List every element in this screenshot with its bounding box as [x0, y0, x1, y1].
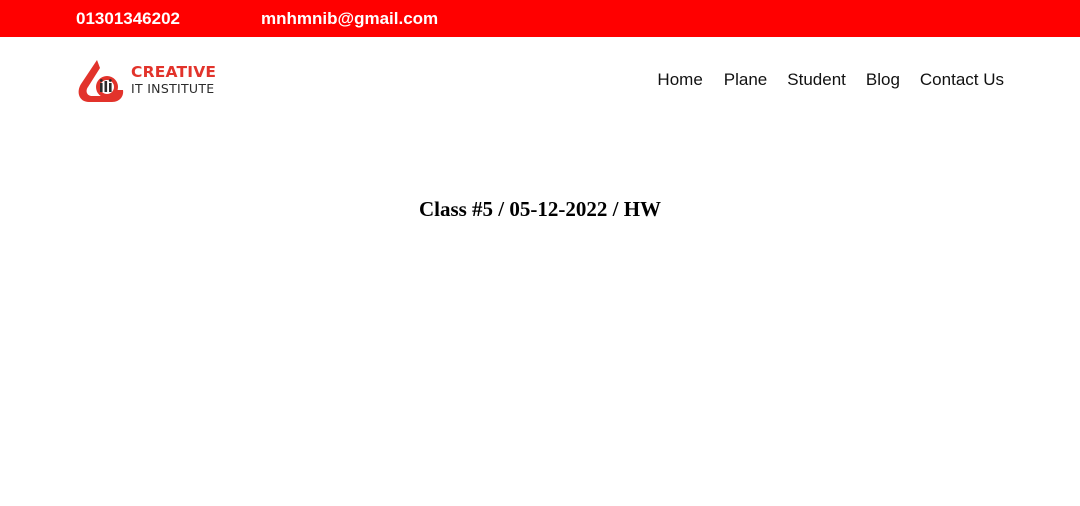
email-address: mnhmnib@gmail.com	[261, 9, 439, 28]
site-header: CREATIVE IT INSTITUTE Home Plane Student…	[0, 37, 1080, 123]
nav-item-student[interactable]: Student	[787, 70, 846, 90]
site-logo-link[interactable]: CREATIVE IT INSTITUTE	[76, 58, 226, 104]
creative-it-logo-icon	[78, 60, 124, 102]
phone-number: 01301346202	[76, 9, 181, 28]
main-nav: Home Plane Student Blog Contact Us	[657, 70, 1004, 90]
nav-item-blog[interactable]: Blog	[866, 70, 900, 90]
nav-item-home[interactable]: Home	[657, 70, 702, 90]
logo-text-creative: CREATIVE	[131, 63, 217, 81]
top-contact-bar: 01301346202 mnhmnib@gmail.com	[0, 0, 1080, 37]
nav-item-contact-us[interactable]: Contact Us	[920, 70, 1004, 90]
page-heading: Class #5 / 05-12-2022 / HW	[418, 197, 662, 221]
logo-text-it-institute: IT INSTITUTE	[131, 81, 215, 96]
nav-item-plane[interactable]: Plane	[724, 70, 767, 90]
